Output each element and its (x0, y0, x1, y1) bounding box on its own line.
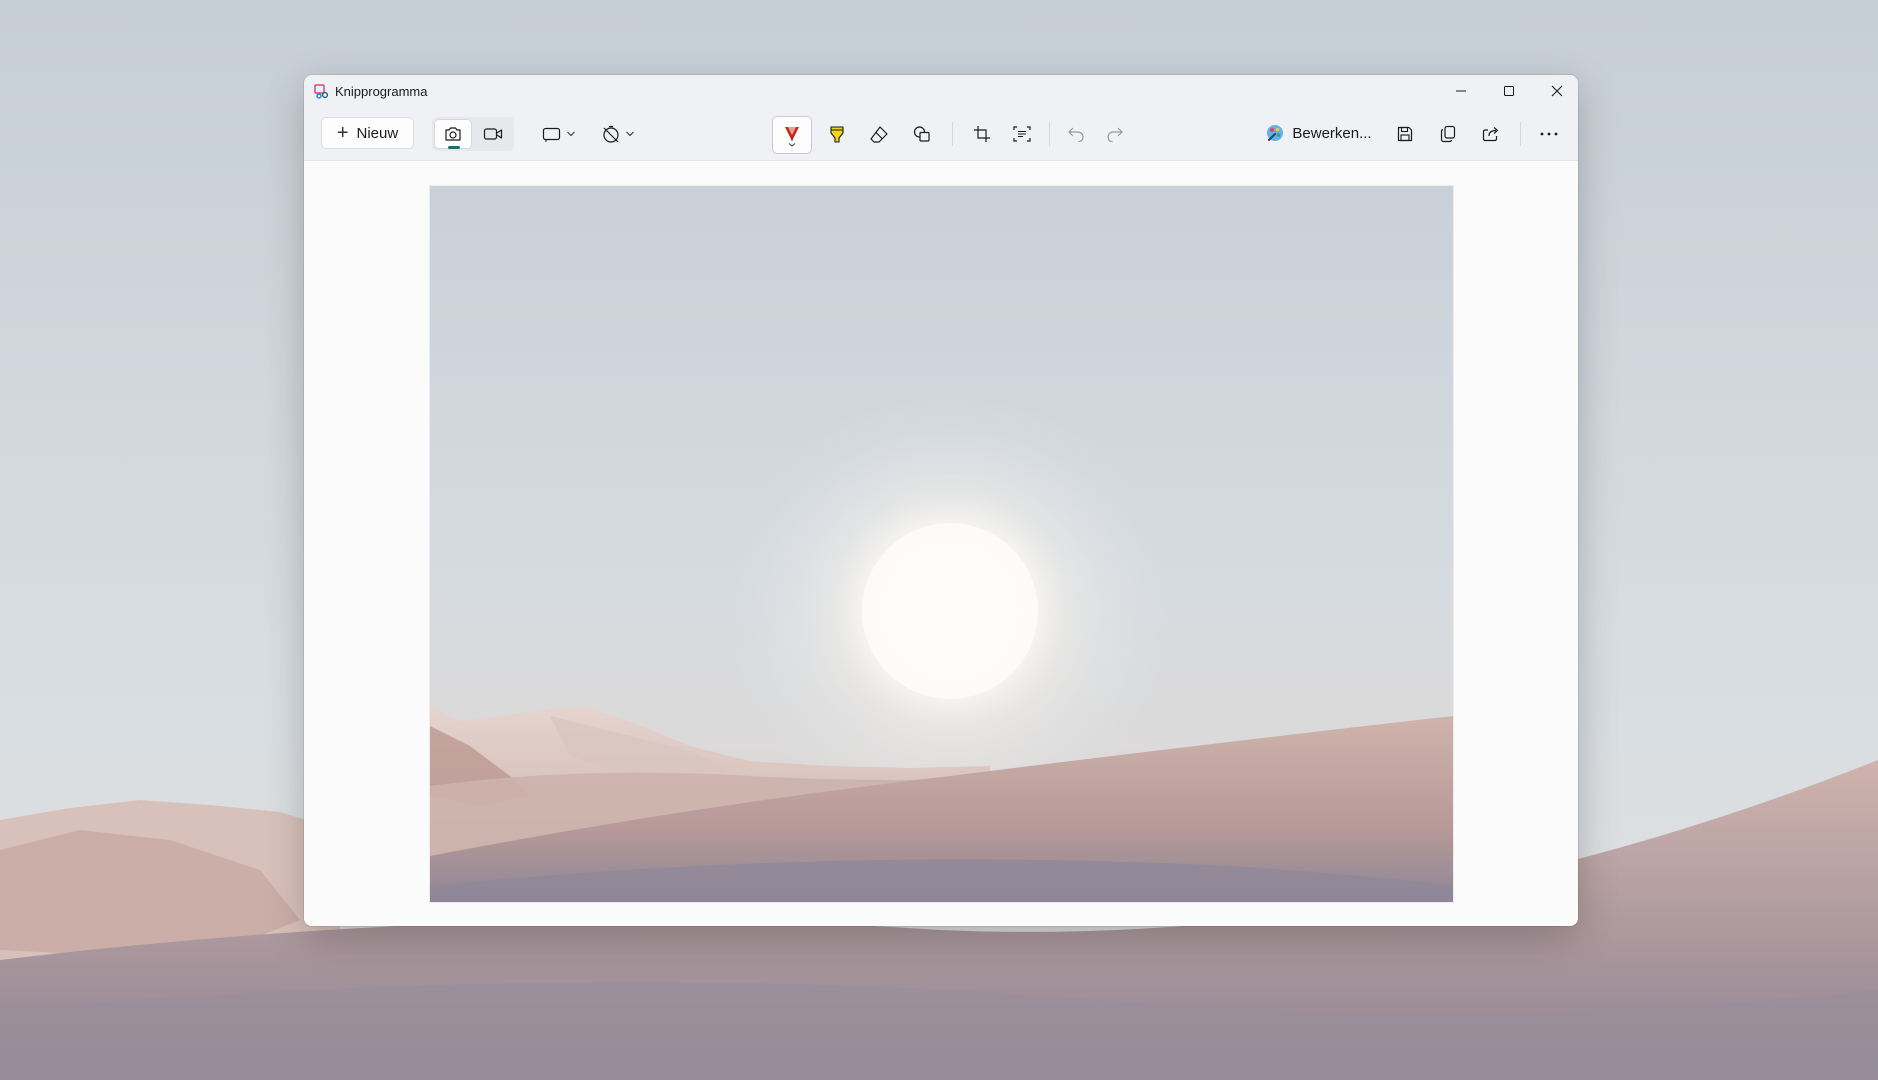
new-snip-label: Nieuw (356, 124, 399, 142)
edit-in-paint-label: Bewerken... (1292, 124, 1372, 142)
crop-button[interactable] (964, 119, 1000, 149)
chevron-down-icon (567, 131, 575, 137)
new-snip-button[interactable]: + Nieuw (321, 117, 414, 149)
share-button[interactable] (1473, 119, 1509, 149)
undo-button[interactable] (1058, 119, 1094, 149)
toolbar: + Nieuw Bewerken... (304, 107, 1578, 161)
highlighter-icon (830, 126, 844, 143)
close-icon (1551, 85, 1562, 97)
active-indicator (448, 146, 460, 149)
crop-icon (974, 126, 990, 142)
snipping-tool-app-icon (314, 84, 329, 99)
eraser-icon (870, 126, 888, 143)
text-actions-button[interactable] (1004, 119, 1040, 149)
paint-app-icon (1267, 125, 1284, 141)
maximize-icon (1503, 86, 1514, 96)
more-options-button[interactable] (1531, 119, 1567, 149)
text-actions-icon (1013, 126, 1031, 142)
edit-in-paint-button[interactable]: Bewerken... (1264, 117, 1374, 149)
highlighter-button[interactable] (819, 119, 855, 149)
redo-button[interactable] (1097, 119, 1133, 149)
toolbar-separator (952, 122, 953, 146)
rectangle-snip-icon (542, 127, 561, 142)
share-icon (1482, 127, 1499, 142)
shapes-icon (913, 126, 930, 142)
more-icon (1540, 132, 1558, 136)
copy-icon (1440, 125, 1456, 143)
eraser-button[interactable] (861, 119, 897, 149)
captured-screenshot[interactable] (430, 186, 1453, 902)
ballpoint-pen-button[interactable] (772, 116, 812, 154)
video-camera-icon (483, 128, 503, 140)
photo-mode-button[interactable] (434, 119, 472, 149)
chevron-down-icon (626, 131, 634, 137)
snipping-tool-window: Knipprogramma + Nieuw Bewerken... (304, 75, 1578, 926)
minimize-button[interactable] (1437, 75, 1484, 107)
video-mode-button[interactable] (474, 119, 512, 149)
snip-canvas (304, 161, 1578, 926)
no-delay-timer-icon (603, 125, 619, 143)
undo-icon (1068, 127, 1084, 142)
save-icon (1397, 126, 1413, 142)
ballpoint-pen-icon (785, 127, 799, 147)
camera-icon (445, 127, 461, 141)
toolbar-separator (1520, 122, 1521, 146)
title-bar: Knipprogramma (304, 75, 1578, 107)
toolbar-separator (1049, 122, 1050, 146)
close-button[interactable] (1533, 75, 1578, 107)
window-title: Knipprogramma (335, 84, 428, 99)
redo-icon (1107, 127, 1123, 142)
minimize-icon (1455, 90, 1466, 92)
delay-timer-dropdown[interactable] (595, 119, 641, 149)
maximize-button[interactable] (1485, 75, 1532, 107)
plus-icon: + (336, 122, 349, 144)
shapes-button[interactable] (904, 119, 940, 149)
save-button[interactable] (1387, 119, 1423, 149)
copy-button[interactable] (1430, 119, 1466, 149)
snip-shape-dropdown[interactable] (536, 119, 582, 149)
